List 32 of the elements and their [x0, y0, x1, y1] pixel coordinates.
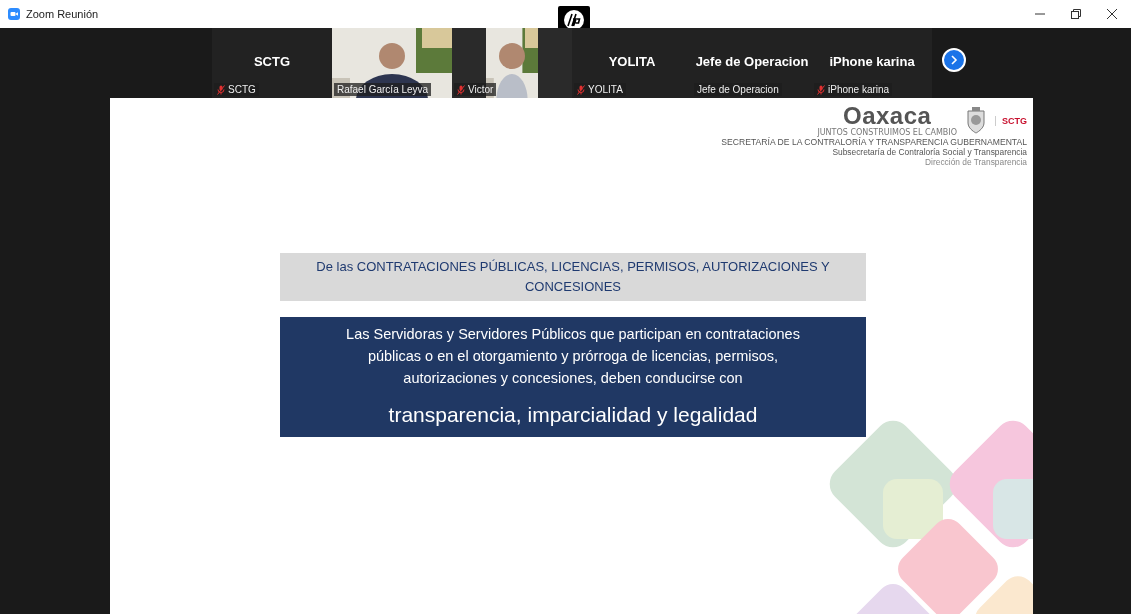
- coat-of-arms-icon: [965, 106, 987, 135]
- name-label: iPhone karina: [814, 83, 893, 96]
- chevron-right-icon: [949, 55, 959, 65]
- camera-icon: [8, 8, 20, 20]
- logo-badge: SCTG: [995, 115, 1027, 126]
- participant-name: iPhone karina: [828, 54, 916, 69]
- name-label: YOLITA: [574, 83, 626, 96]
- muted-mic-icon: [457, 84, 465, 95]
- window-title: Zoom Reunión: [26, 8, 99, 20]
- header-line: SECRETARÍA DE LA CONTRALORÍA Y TRANSPARENCIA GUBERNAMENTAL: [721, 137, 1027, 147]
- statement-text: Las Servidoras y Servidores Públicos que participan en contrataciones públicas o en el otorgamiento y prórroga de licencias, permisos, autorizaciones y concesiones, deben conducirse con: [345, 325, 801, 388]
- close-button[interactable]: [1105, 7, 1119, 21]
- logo-wordmark: Oaxaca: [843, 104, 932, 128]
- header-line: Dirección de Transparencia: [925, 157, 1027, 167]
- muted-mic-icon: [577, 84, 585, 95]
- participant-name: SCTG: [252, 54, 292, 69]
- name-label: Jefe de Operacion: [694, 83, 782, 96]
- emphasis-text: transparencia, imparcialidad y legalidad: [387, 403, 759, 427]
- restore-button[interactable]: [1069, 7, 1083, 21]
- header-line: Subsecretaría de Contraloría Social y Transparencia: [832, 147, 1027, 157]
- next-page-button[interactable]: [942, 48, 966, 72]
- muted-mic-icon: [217, 84, 225, 95]
- name-label: Rafael García Leyva: [334, 83, 432, 96]
- slide-heading: De las CONTRATACIONES PÚBLICAS, LICENCIAS, PERMISOS, AUTORIZACIONES Y CONCESIONES: [280, 253, 866, 301]
- restore-icon: [1071, 9, 1081, 19]
- name-label: SCTG: [214, 83, 259, 96]
- muted-mic-icon: [817, 84, 825, 95]
- name-label: Victor: [454, 83, 497, 96]
- close-icon: [1107, 9, 1117, 19]
- participant-name: YOLITA: [607, 54, 657, 69]
- logo-motto: JUNTOS CONSTRUIMOS EL CAMBIO: [817, 128, 957, 137]
- participant-name: Jefe de Operacion: [694, 54, 810, 69]
